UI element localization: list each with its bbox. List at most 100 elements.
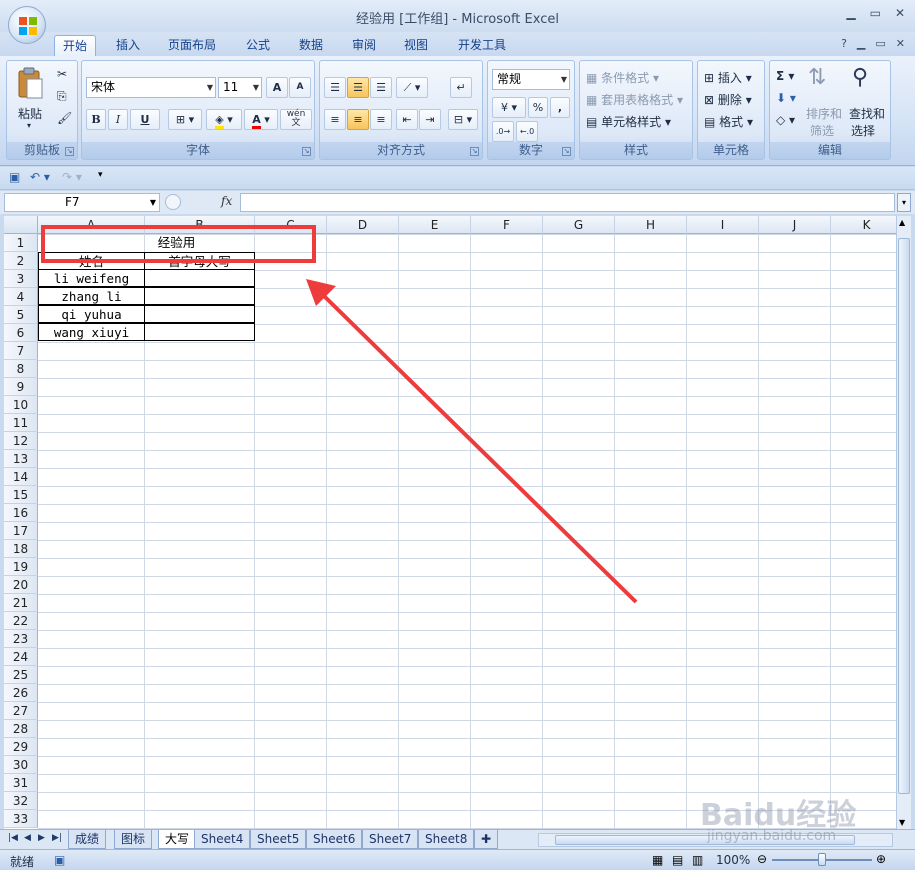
cell-A6-name[interactable]: wang xiuyi [38,323,145,341]
tab-home[interactable]: 开始 [54,35,97,56]
align-bottom-button[interactable]: ☰ [370,77,392,98]
sort-filter-icon[interactable]: ⇅ [808,65,826,90]
customize-qat-icon[interactable]: ▾ [98,170,103,180]
cell-B4[interactable] [144,287,255,305]
normal-view-icon[interactable]: ▦ [652,853,663,867]
wrap-text-button[interactable]: ↵ [450,77,472,98]
restore-icon[interactable]: ▭ [870,6,881,20]
align-top-button[interactable]: ☰ [324,77,346,98]
sort-filter-label-2[interactable]: 筛选 [810,122,834,139]
alignment-launcher-icon[interactable]: ↘ [470,147,479,156]
row-header-26[interactable]: 26 [4,684,38,702]
sheet-tab-4[interactable]: Sheet4 [194,830,251,849]
table-format-button[interactable]: ▦ 套用表格格式 ▾ [586,91,683,108]
row-header-28[interactable]: 28 [4,720,38,738]
redo-icon[interactable]: ↷ ▾ [62,170,82,184]
column-header-D[interactable]: D [327,216,399,234]
cell-A4-name[interactable]: zhang li [38,287,145,305]
column-header-H[interactable]: H [615,216,687,234]
row-header-18[interactable]: 18 [4,540,38,558]
cell-B3[interactable] [144,269,255,287]
sheet-tab-6[interactable]: Sheet6 [306,830,363,849]
tab-data[interactable]: 数据 [291,35,331,56]
sheet-tab-2[interactable]: 图标 [114,830,153,849]
row-header-19[interactable]: 19 [4,558,38,576]
row-header-22[interactable]: 22 [4,612,38,630]
close-icon[interactable]: ✕ [895,6,905,20]
row-header-9[interactable]: 9 [4,378,38,396]
close-doc-icon[interactable]: ✕ [896,37,905,50]
vertical-scroll-thumb[interactable] [898,238,910,794]
name-box[interactable]: F7 ▼ [4,193,160,212]
increase-decimal-button[interactable]: .0→ [492,121,514,142]
row-header-23[interactable]: 23 [4,630,38,648]
first-sheet-icon[interactable]: |◀ [8,833,18,843]
number-format-combo[interactable]: 常规 ▼ [492,69,570,90]
column-header-I[interactable]: I [687,216,759,234]
decrease-decimal-button[interactable]: ←.0 [516,121,538,142]
sheet-tab-5[interactable]: Sheet5 [250,830,307,849]
insert-function-icon[interactable]: fx [221,194,232,208]
cut-icon[interactable]: ✂ [57,67,67,81]
row-header-15[interactable]: 15 [4,486,38,504]
column-header-K[interactable]: K [831,216,896,234]
scroll-down-icon[interactable]: ▼ [899,818,905,827]
align-center-button[interactable]: ≡ [347,109,369,130]
sheet-tab-1[interactable]: 成绩 [68,830,107,849]
zoom-out-icon[interactable]: ⊖ [757,852,767,866]
tab-view[interactable]: 视图 [396,35,436,56]
vertical-scrollbar[interactable]: ▲ ▼ [896,216,911,829]
clear-button[interactable]: ◇ ▾ [776,113,795,127]
comma-button[interactable]: , [550,97,570,118]
row-header-20[interactable]: 20 [4,576,38,594]
zoom-slider-knob[interactable] [818,853,826,866]
cancel-formula-icon[interactable] [165,194,181,210]
find-select-label-1[interactable]: 查找和 [849,105,885,122]
number-launcher-icon[interactable]: ↘ [562,147,571,156]
copy-icon[interactable]: ⎘ [57,89,67,104]
row-header-1[interactable]: 1 [4,234,38,252]
row-header-11[interactable]: 11 [4,414,38,432]
formula-input[interactable] [240,193,895,212]
row-header-7[interactable]: 7 [4,342,38,360]
last-sheet-icon[interactable]: ▶| [52,833,62,843]
column-header-F[interactable]: F [471,216,543,234]
zoom-level[interactable]: 100% [716,853,750,867]
row-header-25[interactable]: 25 [4,666,38,684]
minimize-doc-icon[interactable]: ▁ [857,37,865,50]
row-header-14[interactable]: 14 [4,468,38,486]
row-header-13[interactable]: 13 [4,450,38,468]
page-layout-view-icon[interactable]: ▤ [672,853,683,867]
row-header-30[interactable]: 30 [4,756,38,774]
row-header-8[interactable]: 8 [4,360,38,378]
underline-button[interactable]: U [130,109,160,130]
italic-button[interactable]: I [108,109,128,130]
paste-dropdown-icon[interactable]: ▾ [27,121,31,130]
office-button[interactable] [8,6,46,44]
autosum-button[interactable]: Σ ▾ [776,69,794,83]
row-header-21[interactable]: 21 [4,594,38,612]
increase-indent-button[interactable]: ⇥ [419,109,441,130]
undo-icon[interactable]: ↶ ▾ [30,170,50,184]
decrease-indent-button[interactable]: ⇤ [396,109,418,130]
next-sheet-icon[interactable]: ▶ [38,833,45,843]
zoom-in-icon[interactable]: ⊕ [876,852,886,866]
tab-developer[interactable]: 开发工具 [450,35,514,56]
expand-formula-bar-icon[interactable]: ▾ [897,193,911,212]
column-header-E[interactable]: E [399,216,471,234]
sort-filter-label-1[interactable]: 排序和 [806,105,842,122]
row-header-24[interactable]: 24 [4,648,38,666]
tab-formulas[interactable]: 公式 [238,35,278,56]
scroll-up-icon[interactable]: ▲ [899,218,905,227]
phonetic-button[interactable]: wén 文 [280,109,312,130]
insert-sheet-icon[interactable]: ✚ [474,830,499,849]
row-header-12[interactable]: 12 [4,432,38,450]
delete-cells-button[interactable]: ⊠ 删除 ▾ [704,91,752,108]
sheet-tab-7[interactable]: Sheet7 [362,830,419,849]
percent-button[interactable]: % [528,97,548,118]
column-header-J[interactable]: J [759,216,831,234]
format-painter-icon[interactable]: 🖌 [57,111,72,125]
row-header-32[interactable]: 32 [4,792,38,810]
row-header-17[interactable]: 17 [4,522,38,540]
font-color-button[interactable]: A ▾ [244,109,278,130]
